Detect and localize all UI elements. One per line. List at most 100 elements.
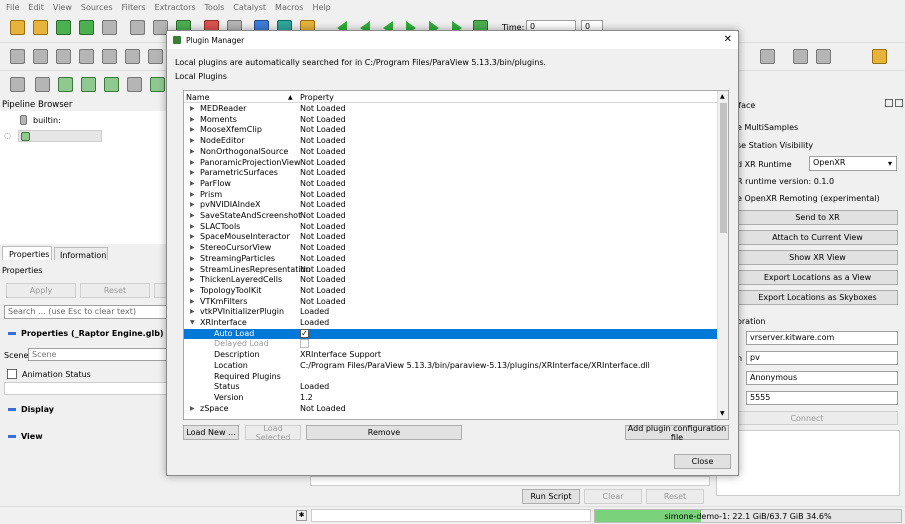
connect-button[interactable]: Connect [716, 411, 898, 425]
clip-icon[interactable] [58, 77, 73, 92]
expand-right-icon[interactable]: ▶ [190, 116, 195, 123]
expand-right-icon[interactable]: ▶ [190, 233, 195, 240]
apply-button[interactable]: Apply [6, 283, 76, 298]
plugin-row[interactable]: ▶ MooseXfemClip Not Loaded [184, 125, 718, 136]
expand-right-icon[interactable]: ▶ [190, 212, 195, 219]
save-data-icon[interactable] [56, 20, 71, 35]
properties-search-input[interactable]: Search ... (use Esc to clear text) [4, 305, 168, 319]
connect-icon[interactable] [130, 20, 145, 35]
interaction-mode-icon[interactable] [793, 49, 808, 64]
session-field[interactable]: pv [746, 351, 898, 365]
expand-right-icon[interactable]: ▶ [190, 201, 195, 208]
expand-right-icon[interactable]: ▶ [190, 105, 195, 112]
load-state-icon[interactable] [102, 20, 117, 35]
scroll-thumb[interactable] [720, 103, 727, 233]
expand-right-icon[interactable]: ▶ [190, 405, 195, 412]
expand-right-icon[interactable]: ▶ [190, 169, 195, 176]
view-x-plus-icon[interactable] [79, 49, 94, 64]
reset-camera-icon[interactable] [10, 49, 25, 64]
pipeline-builtin[interactable]: builtin: [33, 116, 61, 125]
load-selected-button[interactable]: Load Selected [245, 424, 301, 442]
section-view[interactable]: View [8, 432, 43, 441]
menu-view[interactable]: View [53, 3, 72, 12]
expand-down-icon[interactable]: ▼ [190, 319, 195, 326]
expand-right-icon[interactable]: ▶ [190, 159, 195, 166]
expand-right-icon[interactable]: ▶ [190, 298, 195, 305]
pipeline-item-raptor[interactable] [18, 130, 102, 142]
expand-right-icon[interactable]: ▶ [190, 255, 195, 262]
scene-field[interactable]: Scene [28, 348, 168, 361]
plugin-row[interactable]: ▶ Prism Not Loaded [184, 190, 718, 201]
plugin-row[interactable]: ▶ TopologyToolKit Not Loaded [184, 286, 718, 297]
show-xr-view-button[interactable]: Show XR View [737, 250, 898, 265]
menu-filters[interactable]: Filters [122, 3, 146, 12]
expand-right-icon[interactable]: ▶ [190, 126, 195, 133]
plugin-row[interactable]: ▶ PanoramicProjectionView Not Loaded [184, 158, 718, 169]
username-field[interactable]: Anonymous [746, 371, 898, 385]
plugin-row[interactable]: ▶ StreamLinesRepresentation Not Loaded [184, 265, 718, 276]
plugin-property-row[interactable]: Auto Load ✓ [184, 328, 718, 340]
tab-information[interactable]: Information [54, 247, 108, 260]
port-field[interactable]: 5555 [746, 391, 898, 405]
xr-runtime-select[interactable]: OpenXR ▾ [809, 156, 897, 171]
plugin-property-row[interactable]: Location C:/Program Files/ParaView 5.13.3… [184, 361, 718, 372]
extract-subset-icon[interactable] [127, 77, 142, 92]
plugin-row[interactable]: ▶ MEDReader Not Loaded [184, 104, 718, 115]
checked-checkbox-icon[interactable]: ✓ [300, 328, 309, 338]
plugin-row[interactable]: ▶ zSpace Not Loaded [184, 404, 718, 415]
zoom-data-icon[interactable] [33, 49, 48, 64]
menu-file[interactable]: File [6, 3, 19, 12]
plugin-row[interactable]: ▶ NonOrthogonalSource Not Loaded [184, 147, 718, 158]
plugin-row[interactable]: ▶ ThickenLayeredCells Not Loaded [184, 275, 718, 286]
expand-right-icon[interactable]: ▶ [190, 137, 195, 144]
plugin-property-row[interactable]: Version 1.2 [184, 393, 718, 404]
header-name[interactable]: Name [186, 93, 210, 102]
settings-icon[interactable]: ✱ [296, 510, 307, 521]
expand-right-icon[interactable]: ▶ [190, 308, 195, 315]
expand-right-icon[interactable]: ▶ [190, 266, 195, 273]
xr-remoting[interactable]: e OpenXR Remoting (experimental) [737, 194, 880, 203]
plugin-property-row[interactable]: Delayed Load [184, 339, 718, 350]
view-x-minus-icon[interactable] [102, 49, 117, 64]
contour-icon[interactable] [35, 77, 50, 92]
server-field[interactable]: vrserver.kitware.com [746, 331, 898, 345]
plugin-row[interactable]: ▶ SLACTools Not Loaded [184, 222, 718, 233]
dialog-titlebar[interactable]: Plugin Manager ✕ [167, 31, 738, 49]
plugin-tree[interactable]: Name ▲ Property ▶ MEDReader Not Loaded ▶ Mom… [183, 90, 729, 420]
expand-right-icon[interactable]: ▶ [190, 223, 195, 230]
save-state-icon[interactable] [79, 20, 94, 35]
plugin-row[interactable]: ▼ XRInterface Loaded [184, 318, 718, 329]
view-y-minus-icon[interactable] [148, 49, 163, 64]
menu-macros[interactable]: Macros [275, 3, 303, 12]
checkbox-icon[interactable] [300, 339, 309, 349]
threshold-icon[interactable] [104, 77, 119, 92]
animation-status-field[interactable] [4, 382, 168, 395]
open-folder-icon[interactable] [10, 20, 25, 35]
plugin-property-row[interactable]: Description XRInterface Support [184, 350, 718, 361]
expand-right-icon[interactable]: ▶ [190, 191, 195, 198]
plugin-row[interactable]: ▶ SaveStateAndScreenshot Not Loaded [184, 211, 718, 222]
menu-tools[interactable]: Tools [205, 3, 225, 12]
attach-view-button[interactable]: Attach to Current View [737, 230, 898, 245]
plugin-row[interactable]: ▶ pvNVIDIAIndeX Not Loaded [184, 200, 718, 211]
export-skyboxes-button[interactable]: Export Locations as Skyboxes [737, 290, 898, 305]
plugin-row[interactable]: ▶ VTKmFilters Not Loaded [184, 297, 718, 308]
recent-folder-icon[interactable] [33, 20, 48, 35]
light-icon[interactable] [872, 49, 887, 64]
section-display[interactable]: Display [8, 405, 54, 414]
plugin-property-row[interactable]: Status Loaded [184, 382, 718, 393]
expand-right-icon[interactable]: ▶ [190, 244, 195, 251]
plugin-row[interactable]: ▶ Moments Not Loaded [184, 115, 718, 126]
close-panel-icon[interactable] [895, 99, 903, 107]
expand-right-icon[interactable]: ▶ [190, 148, 195, 155]
view-y-plus-icon[interactable] [125, 49, 140, 64]
plugin-row[interactable]: ▶ StereoCursorView Not Loaded [184, 243, 718, 254]
menu-catalyst[interactable]: Catalyst [233, 3, 266, 12]
close-button[interactable]: Close [674, 454, 731, 469]
menu-edit[interactable]: Edit [28, 3, 44, 12]
plugin-property-row[interactable]: Required Plugins [184, 372, 718, 383]
float-icon[interactable] [885, 99, 893, 107]
tab-properties[interactable]: Properties [2, 246, 52, 260]
close-icon[interactable]: ✕ [724, 34, 732, 45]
run-script-button[interactable]: Run Script [522, 489, 580, 504]
